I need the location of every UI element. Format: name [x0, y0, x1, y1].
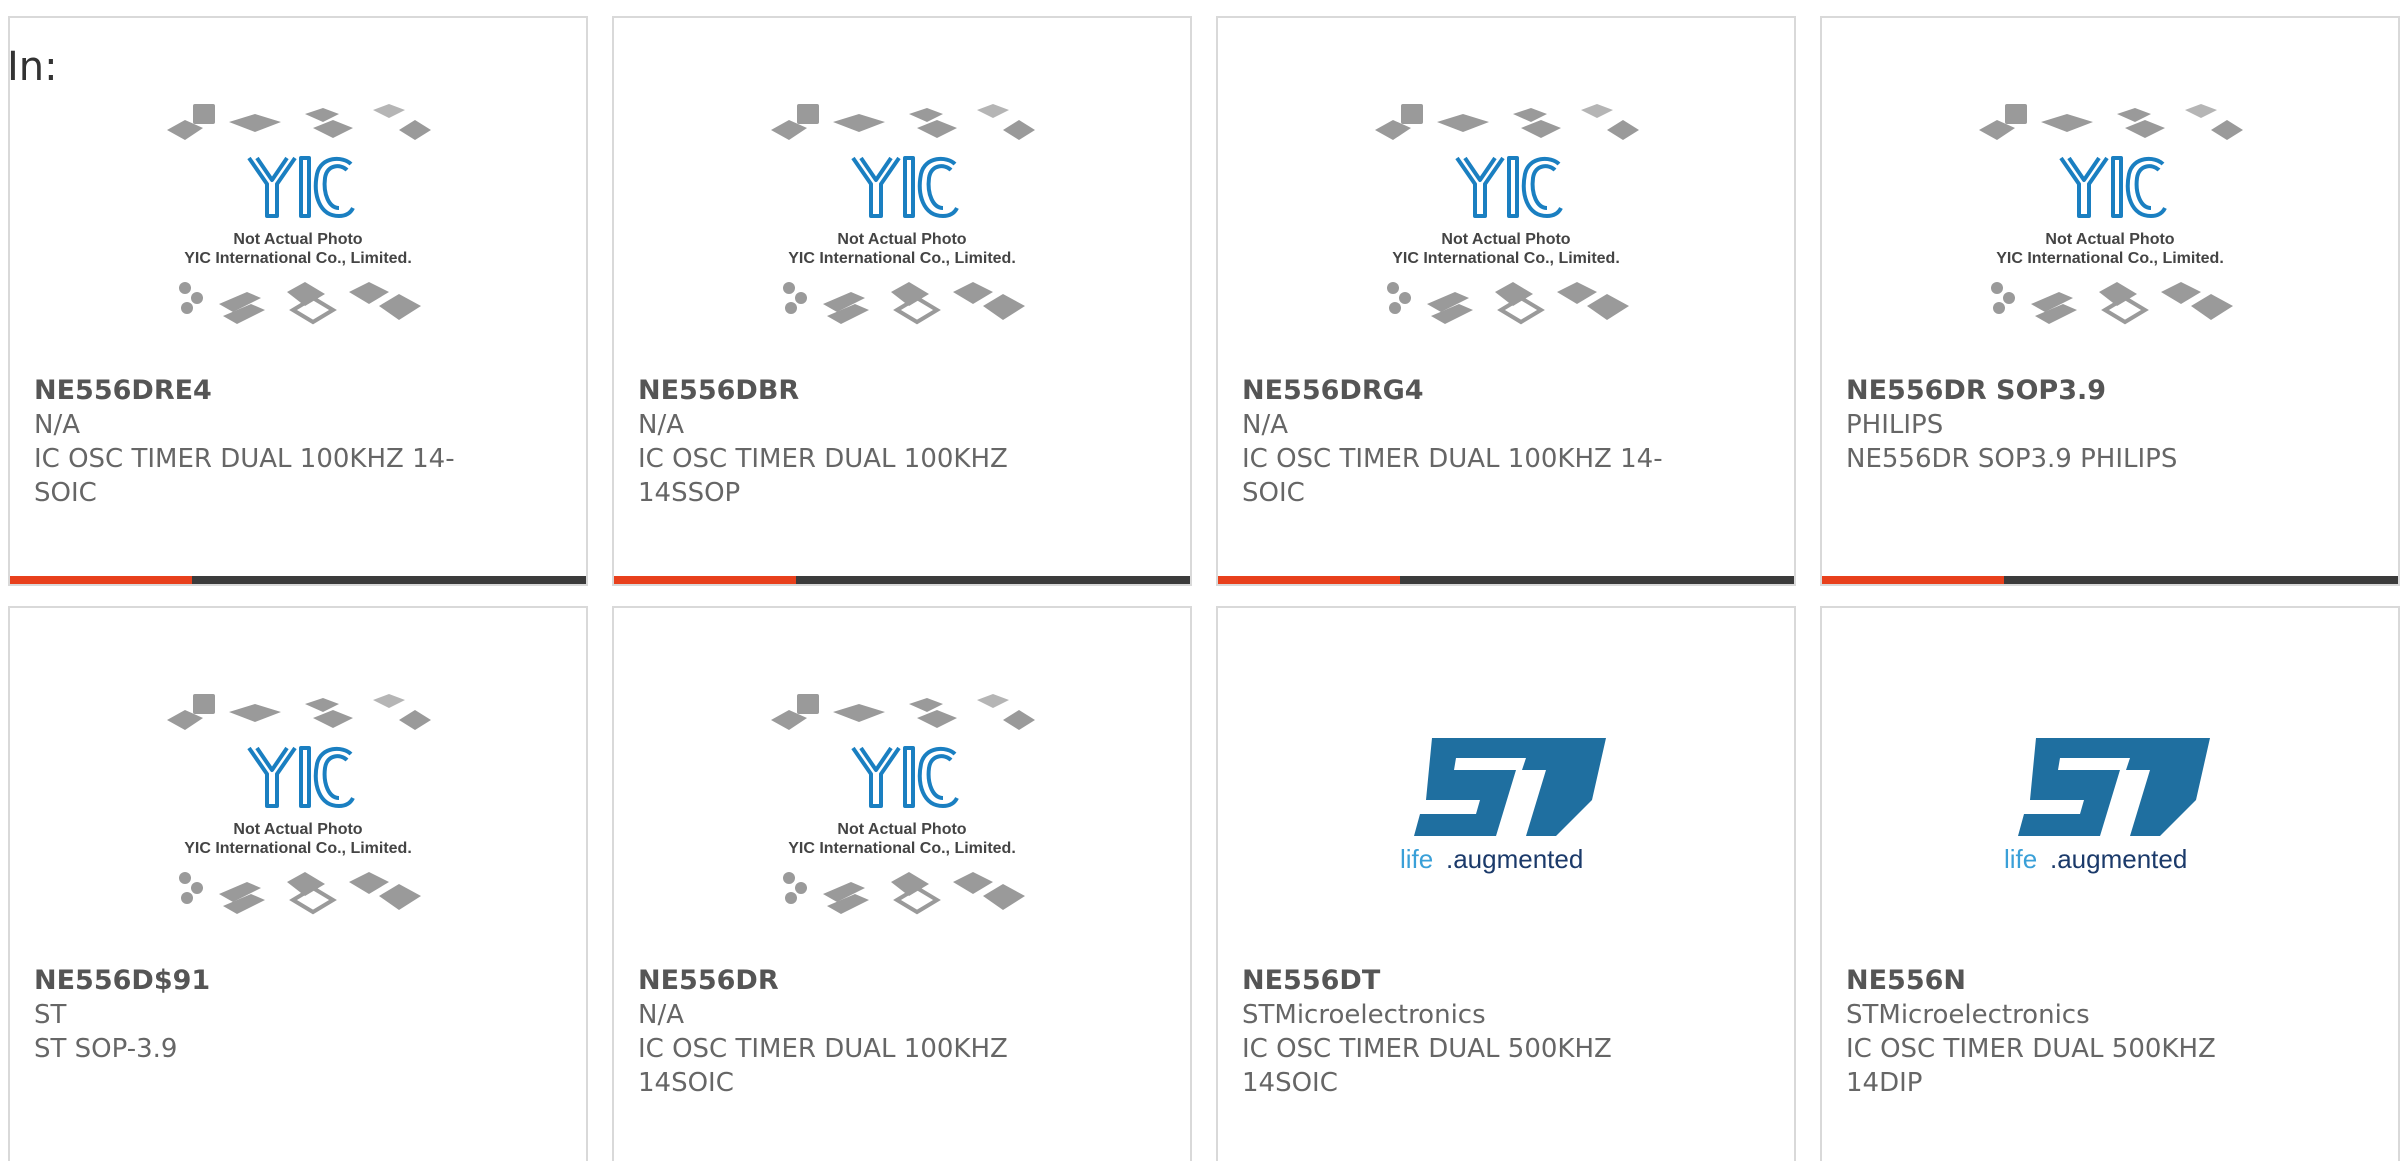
product-part-number[interactable]: NE556DT — [1242, 964, 1694, 998]
card-accent-bar — [614, 576, 796, 584]
product-image[interactable]: Not Actual Photo YIC International Co., … — [1822, 98, 2398, 378]
svg-text:YIC International Co., Limited: YIC International Co., Limited. — [1996, 250, 2224, 267]
product-description-line: 14SOIC — [638, 1068, 734, 1098]
product-manufacturer: ST — [34, 1000, 67, 1030]
product-description-line: IC OSC TIMER DUAL 100KHZ — [638, 444, 1008, 474]
st-logo-image: life .augmented — [2004, 738, 2210, 874]
svg-text:YIC International Co., Limited: YIC International Co., Limited. — [788, 840, 1016, 857]
product-card[interactable]: life .augmented NE556N STMicroelectronics… — [1820, 606, 2400, 1161]
product-description-line: SOIC — [34, 478, 97, 508]
product-image[interactable]: life .augmented — [1822, 688, 2398, 968]
yic-placeholder-image: Not Actual Photo YIC International Co., … — [1375, 104, 1639, 325]
product-meta: NE556D$91 ST ST SOP-3.9 — [34, 964, 486, 1066]
product-meta: NE556DRG4 N/A IC OSC TIMER DUAL 100KHZ 14-… — [1242, 374, 1694, 510]
product-card[interactable]: life .augmented NE556DT STMicroelectronic… — [1216, 606, 1796, 1161]
product-part-number[interactable]: NE556D$91 — [34, 964, 486, 998]
card-accent-bar — [1822, 576, 2004, 584]
yic-placeholder-image: Not Actual Photo YIC International Co., … — [167, 694, 431, 915]
yic-placeholder-image: Not Actual Photo YIC International Co., … — [771, 694, 1035, 915]
product-description-line: SOIC — [1242, 478, 1305, 508]
product-part-number[interactable]: NE556DBR — [638, 374, 1090, 408]
product-meta: NE556DT STMicroelectronics IC OSC TIMER DU… — [1242, 964, 1694, 1100]
product-meta: NE556N STMicroelectronics IC OSC TIMER DUA… — [1846, 964, 2298, 1100]
product-description-line: IC OSC TIMER DUAL 100KHZ 14- — [1242, 444, 1663, 474]
product-part-number[interactable]: NE556DRG4 — [1242, 374, 1694, 408]
card-bottom-bar — [1218, 576, 1794, 584]
svg-text:YIC International Co., Limited: YIC International Co., Limited. — [788, 250, 1016, 267]
yic-placeholder-image: Not Actual Photo YIC International Co., … — [1979, 104, 2243, 325]
product-description-line: IC OSC TIMER DUAL 100KHZ — [638, 1034, 1008, 1064]
product-manufacturer: STMicroelectronics — [1242, 1000, 1486, 1030]
product-part-number[interactable]: NE556N — [1846, 964, 2298, 998]
product-meta: NE556DR SOP3.9 PHILIPS NE556DR SOP3.9 PHIL… — [1846, 374, 2298, 476]
product-card[interactable]: Not Actual Photo YIC International Co., … — [1216, 16, 1796, 586]
card-accent-bar — [1218, 576, 1400, 584]
product-part-number[interactable]: NE556DRE4 — [34, 374, 486, 408]
product-description-line: IC OSC TIMER DUAL 500KHZ — [1242, 1034, 1612, 1064]
card-bottom-bar — [10, 576, 586, 584]
product-description-line: 14DIP — [1846, 1068, 1923, 1098]
product-grid-page: In: Not Actual Photo YIC International C… — [0, 0, 2400, 1161]
svg-text:.augmented: .augmented — [1446, 844, 1583, 874]
svg-text:Not Actual Photo: Not Actual Photo — [2045, 231, 2174, 248]
product-card[interactable]: Not Actual Photo YIC International Co., … — [612, 16, 1192, 586]
product-image[interactable]: Not Actual Photo YIC International Co., … — [1218, 98, 1794, 378]
product-meta: NE556DBR N/A IC OSC TIMER DUAL 100KHZ 14SSO… — [638, 374, 1090, 510]
card-bottom-bar — [614, 576, 1190, 584]
product-card[interactable]: Not Actual Photo YIC International Co., … — [8, 16, 588, 586]
product-part-number[interactable]: NE556DR SOP3.9 — [1846, 374, 2298, 408]
product-description-line: IC OSC TIMER DUAL 100KHZ 14- — [34, 444, 455, 474]
product-image[interactable]: Not Actual Photo YIC International Co., … — [10, 98, 586, 378]
svg-text:life: life — [2004, 844, 2037, 874]
st-logo-image: life .augmented — [1400, 738, 1606, 874]
svg-text:Not Actual Photo: Not Actual Photo — [233, 821, 362, 838]
product-manufacturer: N/A — [638, 1000, 684, 1030]
product-manufacturer: N/A — [34, 410, 80, 440]
product-image[interactable]: life .augmented — [1218, 688, 1794, 968]
card-accent-bar — [10, 576, 192, 584]
svg-text:Not Actual Photo: Not Actual Photo — [837, 231, 966, 248]
svg-text:Not Actual Photo: Not Actual Photo — [837, 821, 966, 838]
product-manufacturer: N/A — [1242, 410, 1288, 440]
product-image[interactable]: Not Actual Photo YIC International Co., … — [10, 688, 586, 968]
card-bottom-bar — [1822, 576, 2398, 584]
product-description-line: IC OSC TIMER DUAL 500KHZ — [1846, 1034, 2216, 1064]
svg-text:Not Actual Photo: Not Actual Photo — [1441, 231, 1570, 248]
product-description-line: ST SOP-3.9 — [34, 1034, 178, 1064]
product-manufacturer: STMicroelectronics — [1846, 1000, 2090, 1030]
product-description-line: 14SOIC — [1242, 1068, 1338, 1098]
yic-placeholder-image: Not Actual Photo YIC International Co., … — [771, 104, 1035, 325]
product-image[interactable]: Not Actual Photo YIC International Co., … — [614, 688, 1190, 968]
product-manufacturer: PHILIPS — [1846, 410, 1944, 440]
yic-placeholder-image: Not Actual Photo YIC International Co., … — [167, 104, 431, 325]
product-card[interactable]: Not Actual Photo YIC International Co., … — [8, 606, 588, 1161]
svg-text:life: life — [1400, 844, 1433, 874]
product-meta: NE556DRE4 N/A IC OSC TIMER DUAL 100KHZ 14-… — [34, 374, 486, 510]
in-label: In: — [7, 44, 58, 90]
product-card[interactable]: Not Actual Photo YIC International Co., … — [612, 606, 1192, 1161]
product-description-line: 14SSOP — [638, 478, 741, 508]
svg-text:Not Actual Photo: Not Actual Photo — [233, 231, 362, 248]
product-image[interactable]: Not Actual Photo YIC International Co., … — [614, 98, 1190, 378]
svg-text:YIC International Co., Limited: YIC International Co., Limited. — [184, 840, 412, 857]
product-card[interactable]: Not Actual Photo YIC International Co., … — [1820, 16, 2400, 586]
product-manufacturer: N/A — [638, 410, 684, 440]
product-meta: NE556DR N/A IC OSC TIMER DUAL 100KHZ 14SOIC — [638, 964, 1090, 1100]
product-part-number[interactable]: NE556DR — [638, 964, 1090, 998]
svg-text:YIC International Co., Limited: YIC International Co., Limited. — [1392, 250, 1620, 267]
product-description-line: NE556DR SOP3.9 PHILIPS — [1846, 444, 2178, 474]
svg-text:YIC International Co., Limited: YIC International Co., Limited. — [184, 250, 412, 267]
svg-text:.augmented: .augmented — [2050, 844, 2187, 874]
